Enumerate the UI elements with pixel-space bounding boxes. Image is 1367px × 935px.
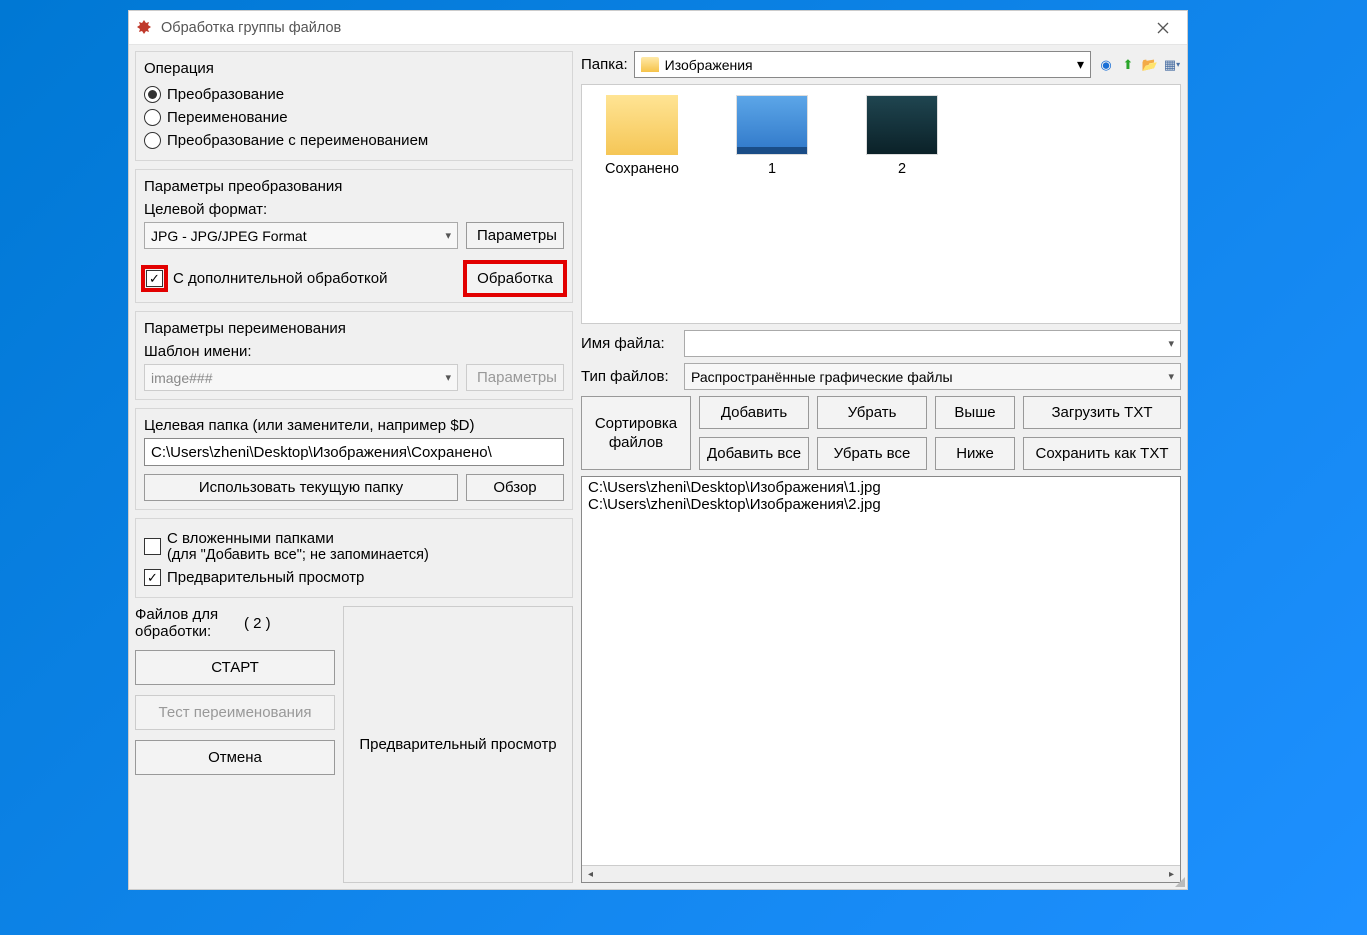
target-format-combo[interactable]: JPG - JPG/JPEG Format ▾ [144,222,458,249]
browse-button[interactable]: Обзор [466,474,564,501]
options-group: С вложенными папками (для "Добавить все"… [135,518,573,598]
sort-files-button[interactable]: Сортировка файлов [581,396,691,470]
preview-area: Предварительный просмотр [343,606,573,883]
list-item[interactable]: C:\Users\zheni\Desktop\Изображения\1.jpg [588,479,1174,496]
files-count: ( 2 ) [244,615,271,632]
folder-icon [606,95,678,155]
radio-convert-rename[interactable]: Преобразование с переименованием [144,129,564,152]
resize-grip[interactable] [1173,875,1185,887]
remove-all-button[interactable]: Убрать все [817,437,927,470]
test-rename-button: Тест переименования [135,695,335,730]
operation-group: Операция Преобразование Переименование П… [135,51,573,161]
target-format-label: Целевой формат: [144,201,564,218]
browser-item-image[interactable]: 2 [862,95,942,313]
load-txt-button[interactable]: Загрузить TXT [1023,396,1181,429]
advanced-processing-checkbox[interactable]: ✓ [144,268,165,289]
target-folder-group: Целевая папка (или заменители, например … [135,408,573,510]
browser-item-folder[interactable]: Сохранено [602,95,682,313]
advanced-processing-label: С дополнительной обработкой [173,270,458,287]
app-icon [135,19,153,37]
folder-label: Папка: [581,56,628,73]
rename-params-button: Параметры [466,364,564,391]
conversion-group: Параметры преобразования Целевой формат:… [135,169,573,303]
batch-dialog: Обработка группы файлов Операция Преобра… [128,10,1188,890]
close-button[interactable] [1145,14,1181,42]
back-icon[interactable]: ◉ [1097,56,1115,74]
folder-icon [641,57,659,72]
add-all-button[interactable]: Добавить все [699,437,809,470]
chevron-down-icon: ▾ [445,371,451,384]
files-for-label: Файлов для обработки: [135,606,230,640]
name-template-combo: image### ▾ [144,364,458,391]
chevron-down-icon: ▾ [445,229,451,242]
move-down-button[interactable]: Ниже [935,437,1015,470]
list-buttons: Сортировка файлов Добавить Убрать Выше З… [581,396,1181,470]
subfolders-checkbox[interactable]: С вложенными папками (для "Добавить все"… [144,527,564,566]
browser-item-image[interactable]: 1 [732,95,812,313]
filetype-label: Тип файлов: [581,368,676,385]
file-browser[interactable]: Сохранено 1 2 [581,84,1181,324]
operation-legend: Операция [144,60,564,77]
filename-combo[interactable]: ▾ [684,330,1181,357]
chevron-down-icon: ▾ [1168,370,1174,383]
add-button[interactable]: Добавить [699,396,809,429]
horizontal-scrollbar[interactable]: ◂ ▸ [582,865,1180,882]
chevron-down-icon: ▾ [1168,337,1174,350]
image-thumbnail [736,95,808,155]
folder-selector-row: Папка: Изображения ▾ ◉ ⬆ 📂 ▦▾ [581,51,1181,78]
conversion-legend: Параметры преобразования [144,178,564,195]
move-up-button[interactable]: Выше [935,396,1015,429]
file-list[interactable]: C:\Users\zheni\Desktop\Изображения\1.jpg… [581,476,1181,883]
remove-button[interactable]: Убрать [817,396,927,429]
chevron-down-icon: ▾ [1077,56,1084,73]
radio-convert[interactable]: Преобразование [144,83,564,106]
preview-checkbox[interactable]: ✓ Предварительный просмотр [144,566,564,589]
rename-legend: Параметры переименования [144,320,564,337]
image-thumbnail [866,95,938,155]
list-item[interactable]: C:\Users\zheni\Desktop\Изображения\2.jpg [588,496,1174,513]
view-icon[interactable]: ▦▾ [1163,56,1181,74]
save-txt-button[interactable]: Сохранить как TXT [1023,437,1181,470]
use-current-folder-button[interactable]: Использовать текущую папку [144,474,458,501]
target-folder-label: Целевая папка (или заменители, например … [144,417,564,434]
scroll-left-icon[interactable]: ◂ [582,867,599,882]
up-icon[interactable]: ⬆ [1119,56,1137,74]
target-folder-input[interactable] [144,438,564,466]
open-icon[interactable]: 📂 [1141,56,1159,74]
format-params-button[interactable]: Параметры [466,222,564,249]
template-label: Шаблон имени: [144,343,564,360]
titlebar: Обработка группы файлов [129,11,1187,45]
start-button[interactable]: СТАРТ [135,650,335,685]
window-title: Обработка группы файлов [161,20,341,36]
filename-label: Имя файла: [581,335,676,352]
filetype-combo[interactable]: Распространённые графические файлы ▾ [684,363,1181,390]
cancel-button[interactable]: Отмена [135,740,335,775]
rename-group: Параметры переименования Шаблон имени: i… [135,311,573,400]
processing-button[interactable]: Обработка [466,263,564,294]
folder-combo[interactable]: Изображения ▾ [634,51,1091,78]
radio-rename[interactable]: Переименование [144,106,564,129]
